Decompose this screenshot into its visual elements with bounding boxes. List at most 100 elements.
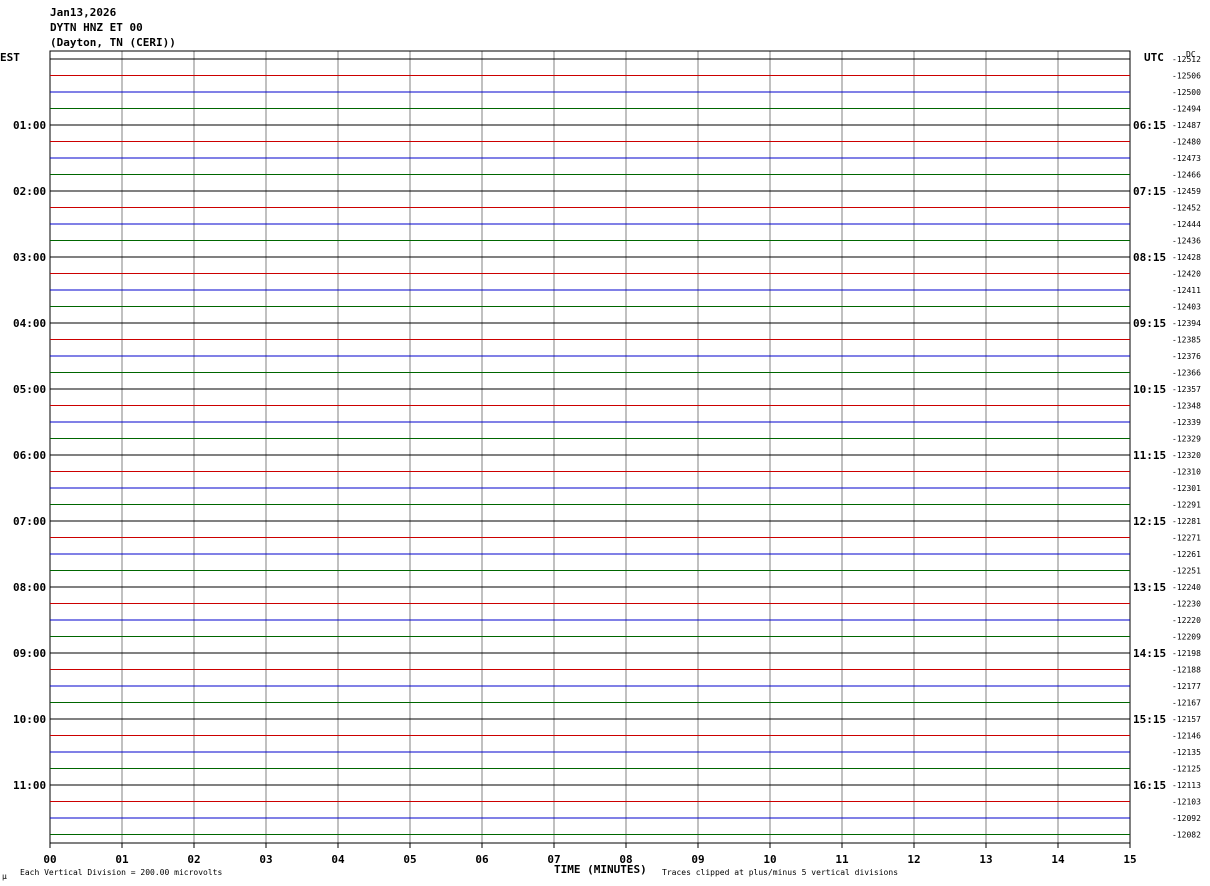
dc-offset-label: -12167 [1172,699,1201,708]
dc-offset-label: -12385 [1172,336,1201,345]
x-tick-label: 13 [979,853,992,866]
dc-offset-label: -12466 [1172,171,1201,180]
right-hour-label: 15:15 [1133,713,1166,726]
x-tick-label: 14 [1051,853,1065,866]
x-axis-label: TIME (MINUTES) [554,863,647,876]
x-tick-label: 11 [835,853,849,866]
left-hour-label: 10:00 [13,713,46,726]
dc-offset-label: -12320 [1172,451,1201,460]
dc-offset-label: -12125 [1172,765,1201,774]
dc-offset-label: -12146 [1172,732,1201,741]
right-hour-labels: 06:15 07:15 08:15 09:15 10:15 11:15 12:15 13:15… [1133,119,1166,792]
dc-offset-label: -12240 [1172,583,1201,592]
x-tick-label: 12 [907,853,920,866]
header-location: (Dayton, TN (CERI)) [50,36,176,49]
dc-offset-label: -12506 [1172,72,1201,81]
dc-offset-label: -12339 [1172,418,1201,427]
x-tick-label: 02 [187,853,200,866]
dc-offset-label: -12092 [1172,814,1201,823]
dc-offset-label: -12512 [1172,55,1201,64]
clip-note: Traces clipped at plus/minus 5 vertical … [662,868,898,877]
corner-mark: µ [2,872,7,881]
x-tick-label: 10 [763,853,776,866]
dc-offset-label: -12411 [1172,286,1201,295]
dc-offset-label: -12444 [1172,220,1201,229]
dc-offset-label: -12436 [1172,237,1201,246]
dc-offset-labels: -12512 -12506 -12500 -12494 -12487 -12480 -124… [1172,55,1201,840]
dc-offset-label: -12281 [1172,517,1201,526]
trace-lines [50,58,1130,835]
dc-offset-label: -12473 [1172,154,1201,163]
dc-offset-label: -12500 [1172,88,1201,97]
dc-offset-label: -12480 [1172,138,1201,147]
left-hour-label: 01:00 [13,119,46,132]
dc-offset-label: -12452 [1172,204,1201,213]
dc-offset-label: -12420 [1172,270,1201,279]
dc-offset-label: -12261 [1172,550,1201,559]
plot-frame [49,50,1131,844]
grid-lines [49,50,1131,844]
x-tick-label: 15 [1123,853,1136,866]
left-hour-label: 02:00 [13,185,46,198]
dc-offset-label: -12301 [1172,484,1201,493]
x-tick-label: 06 [475,853,489,866]
right-timezone-label: UTC [1144,51,1164,64]
right-hour-label: 14:15 [1133,647,1166,660]
left-hour-label: 06:00 [13,449,46,462]
dc-offset-label: -12251 [1172,567,1201,576]
left-timezone-label: EST [0,51,20,64]
dc-offset-label: -12291 [1172,501,1201,510]
right-hour-label: 11:15 [1133,449,1166,462]
header-station: DYTN HNZ ET 00 [50,21,143,34]
dc-offset-label: -12082 [1172,831,1201,840]
dc-offset-label: -12366 [1172,369,1201,378]
dc-offset-label: -12230 [1172,600,1201,609]
dc-offset-label: -12188 [1172,666,1201,675]
dc-offset-label: -12394 [1172,319,1201,328]
left-hour-label: 05:00 [13,383,46,396]
left-hour-label: 07:00 [13,515,46,528]
dc-offset-label: -12220 [1172,616,1201,625]
dc-offset-label: -12103 [1172,798,1201,807]
left-hour-label: 03:00 [13,251,46,264]
dc-offset-label: -12487 [1172,121,1201,130]
right-hour-label: 08:15 [1133,251,1166,264]
right-hour-label: 10:15 [1133,383,1166,396]
dc-offset-label: -12494 [1172,105,1201,114]
header-date: Jan13,2026 [50,6,117,19]
x-tick-label: 09 [691,853,704,866]
dc-offset-label: -12177 [1172,682,1201,691]
left-hour-label: 09:00 [13,647,46,660]
dc-offset-label: -12329 [1172,435,1201,444]
right-hour-label: 12:15 [1133,515,1166,528]
right-hour-label: 07:15 [1133,185,1166,198]
left-hour-label: 11:00 [13,779,46,792]
dc-offset-label: -12271 [1172,534,1201,543]
helicorder-chart: Jan13,2026 DYTN HNZ ET 00 (Dayton, TN (C… [0,6,1201,881]
left-hour-labels: 01:00 02:00 03:00 04:00 05:00 06:00 07:00 08:00… [13,119,46,792]
scale-note: Each Vertical Division = 200.00 microvol… [20,868,222,877]
right-hour-label: 09:15 [1133,317,1166,330]
dc-offset-label: -12310 [1172,468,1201,477]
dc-offset-label: -12357 [1172,385,1201,394]
dc-offset-label: -12113 [1172,781,1201,790]
dc-offset-label: -12376 [1172,352,1201,361]
x-tick-label: 04 [331,853,345,866]
x-tick-label: 01 [115,853,129,866]
right-hour-label: 16:15 [1133,779,1166,792]
x-tick-label: 03 [259,853,272,866]
dc-offset-label: -12428 [1172,253,1201,262]
dc-offset-label: -12198 [1172,649,1201,658]
dc-offset-label: -12403 [1172,303,1201,312]
x-tick-label: 05 [403,853,416,866]
dc-offset-label: -12135 [1172,748,1201,757]
dc-offset-label: -12209 [1172,633,1201,642]
dc-offset-label: -12459 [1172,187,1201,196]
x-tick-label: 00 [43,853,56,866]
left-hour-label: 08:00 [13,581,46,594]
left-hour-label: 04:00 [13,317,46,330]
dc-offset-label: -12157 [1172,715,1201,724]
right-hour-label: 06:15 [1133,119,1166,132]
right-hour-label: 13:15 [1133,581,1166,594]
dc-offset-label: -12348 [1172,402,1201,411]
